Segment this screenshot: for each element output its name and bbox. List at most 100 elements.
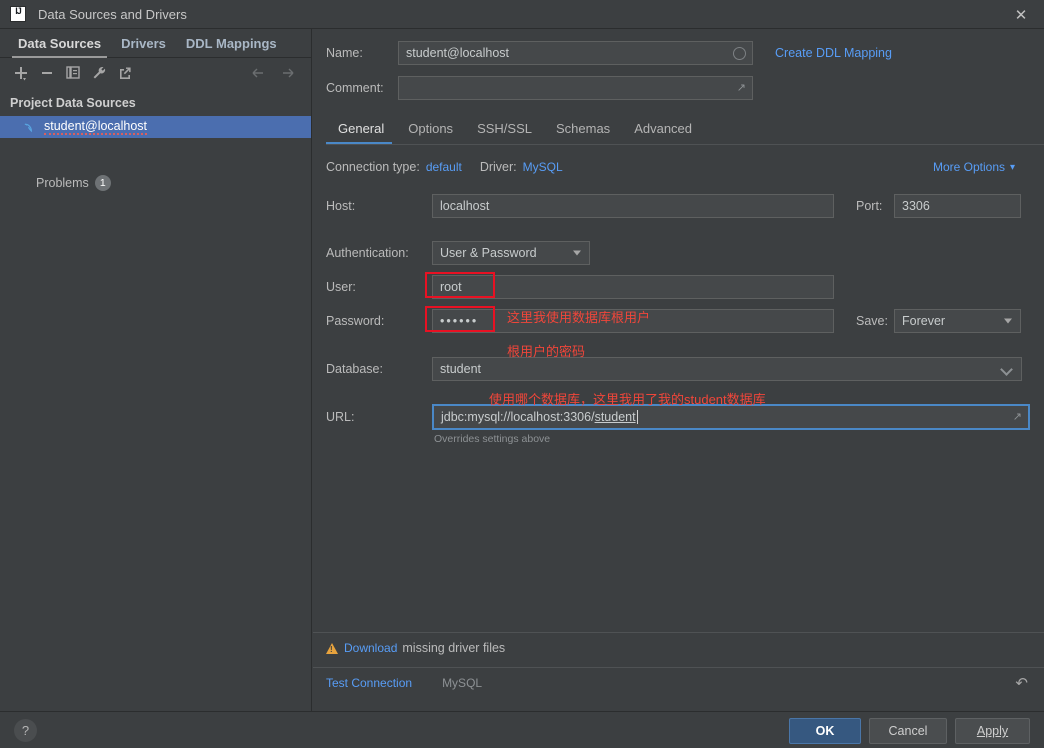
- host-input[interactable]: localhost: [432, 194, 834, 218]
- name-status-circle-icon: [733, 46, 746, 60]
- annotation-text-password: 根用户的密码: [507, 344, 586, 359]
- user-label: User:: [326, 280, 356, 294]
- user-row: User: root: [326, 275, 834, 299]
- save-label: Save:: [856, 314, 888, 328]
- wrench-icon[interactable]: [88, 62, 110, 84]
- host-input-value: localhost: [440, 199, 490, 213]
- comment-label: Comment:: [326, 81, 384, 95]
- authentication-value: User & Password: [440, 246, 537, 260]
- name-row: Name: student@localhost Create DDL Mappi…: [326, 41, 892, 65]
- external-link-icon[interactable]: [114, 62, 136, 84]
- annotation-text-database: 使用哪个数据库，这里我用了我的student数据库: [489, 392, 766, 407]
- connection-type-value[interactable]: default: [426, 160, 462, 174]
- expand-icon[interactable]: ↗: [1013, 406, 1022, 428]
- mysql-dolphin-icon: [22, 119, 38, 135]
- port-input-value: 3306: [902, 199, 930, 213]
- sidebar-problems[interactable]: Problems 1: [0, 172, 311, 194]
- cancel-button[interactable]: Cancel: [869, 718, 947, 744]
- close-icon[interactable]: ✕: [998, 0, 1044, 29]
- expand-icon[interactable]: ↗: [737, 77, 746, 99]
- driver-value[interactable]: MySQL: [523, 160, 563, 174]
- comment-row: Comment: ↗: [326, 76, 753, 100]
- create-ddl-mapping-link[interactable]: Create DDL Mapping: [775, 46, 892, 60]
- user-input-value: root: [440, 280, 462, 294]
- driver-name-label: MySQL: [442, 676, 483, 690]
- database-input-value: student: [440, 362, 482, 376]
- port-label: Port:: [856, 199, 883, 213]
- driver-warning-row: Download missing driver files: [326, 641, 505, 655]
- name-label: Name:: [326, 46, 363, 60]
- save-select[interactable]: Forever: [894, 309, 1021, 333]
- tab-ssh-ssl[interactable]: SSH/SSL: [465, 121, 544, 144]
- problems-label: Problems: [36, 176, 89, 190]
- sidebar-item-label: student@localhost: [44, 119, 148, 135]
- url-label: URL:: [326, 410, 355, 424]
- apply-button[interactable]: Apply: [955, 718, 1030, 744]
- chevron-down-icon[interactable]: ▾: [1010, 162, 1015, 173]
- intellij-idea-icon: [10, 6, 26, 22]
- sidebar-toolbar: [0, 58, 311, 88]
- password-input-value: ••••••: [440, 314, 479, 328]
- sidebar-nav-arrows: [239, 58, 299, 88]
- annotation-text-user: 这里我使用数据库根用户: [507, 310, 651, 325]
- add-icon[interactable]: [10, 62, 32, 84]
- apply-button-label: Apply: [976, 724, 1009, 738]
- dialog-footer: ? OK Cancel Apply: [0, 711, 1044, 748]
- authentication-row: Authentication: User & Password: [326, 241, 590, 265]
- sidebar-tab-bar: Data Sources Drivers DDL Mappings: [0, 29, 311, 58]
- tab-options[interactable]: Options: [396, 121, 465, 144]
- status-divider-bottom: [313, 667, 1044, 668]
- driver-label: Driver:: [479, 160, 517, 174]
- database-label: Database:: [326, 362, 383, 376]
- chevron-down-icon: [573, 250, 581, 256]
- sidebar-tab-data-sources[interactable]: Data Sources: [8, 36, 111, 58]
- download-driver-text: missing driver files: [402, 641, 506, 655]
- url-input-database-segment: student: [594, 410, 636, 424]
- revert-icon[interactable]: ↶: [1015, 674, 1028, 692]
- name-input[interactable]: student@localhost: [398, 41, 753, 65]
- user-input[interactable]: root: [432, 275, 834, 299]
- copy-icon[interactable]: [62, 62, 84, 84]
- tabs-divider: [326, 144, 1044, 145]
- connection-type-row: Connection type: default Driver: MySQL: [326, 160, 563, 174]
- status-divider-top: [313, 632, 1044, 633]
- test-connection-row: Test Connection MySQL ↶: [326, 674, 1044, 692]
- arrow-left-icon[interactable]: [247, 62, 269, 84]
- test-connection-link[interactable]: Test Connection: [326, 676, 412, 690]
- url-hint: Overrides settings above: [434, 433, 551, 445]
- warning-triangle-icon: [326, 642, 338, 654]
- more-options-row: More Options ▾: [933, 160, 1015, 174]
- authentication-select[interactable]: User & Password: [432, 241, 590, 265]
- arrow-right-icon[interactable]: [277, 62, 299, 84]
- name-input-value: student@localhost: [406, 46, 510, 60]
- tab-advanced[interactable]: Advanced: [622, 121, 704, 144]
- comment-input[interactable]: ↗: [398, 76, 753, 100]
- problems-count-badge: 1: [94, 175, 111, 191]
- details-panel: Name: student@localhost Create DDL Mappi…: [313, 29, 1044, 711]
- password-label: Password:: [326, 314, 385, 328]
- text-caret: [636, 410, 638, 424]
- chevron-down-icon[interactable]: [1000, 363, 1013, 376]
- authentication-label: Authentication:: [326, 246, 409, 260]
- sidebar-tab-ddl-mappings[interactable]: DDL Mappings: [176, 36, 287, 57]
- window-title: Data Sources and Drivers: [38, 6, 187, 22]
- dialog-window: Data Sources and Drivers ✕ Data Sources …: [0, 0, 1044, 748]
- more-options-link[interactable]: More Options: [933, 160, 1005, 174]
- remove-icon[interactable]: [36, 62, 58, 84]
- database-input[interactable]: student: [432, 357, 1022, 381]
- database-row: Database: student: [326, 357, 1022, 381]
- chevron-down-icon: [1004, 318, 1012, 324]
- help-button[interactable]: ?: [14, 719, 37, 742]
- url-input-value: jdbc:mysql://localhost:3306/: [441, 410, 595, 424]
- sidebar: Data Sources Drivers DDL Mappings Projec…: [0, 29, 312, 711]
- sidebar-tab-drivers[interactable]: Drivers: [111, 36, 176, 57]
- sidebar-item-student-localhost[interactable]: student@localhost: [0, 116, 311, 138]
- port-input[interactable]: 3306: [894, 194, 1021, 218]
- project-data-sources-header: Project Data Sources: [10, 96, 136, 110]
- details-tab-bar: General Options SSH/SSL Schemas Advanced: [326, 112, 1044, 144]
- download-driver-link[interactable]: Download: [344, 641, 397, 655]
- tab-schemas[interactable]: Schemas: [544, 121, 622, 144]
- host-label: Host:: [326, 199, 356, 213]
- ok-button[interactable]: OK: [789, 718, 861, 744]
- tab-general[interactable]: General: [326, 121, 396, 144]
